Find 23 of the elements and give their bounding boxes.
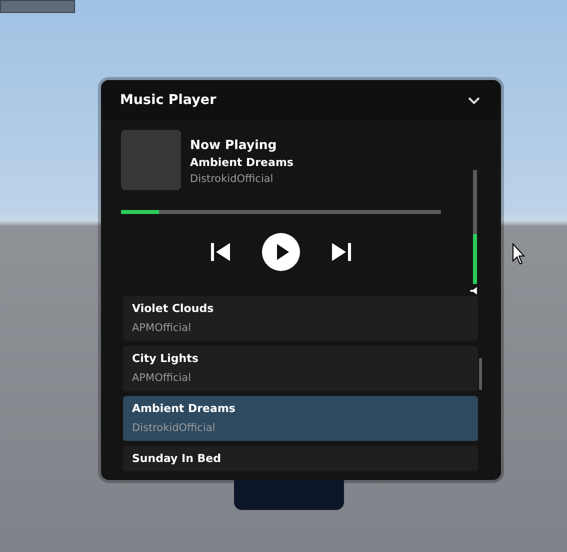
mouse-cursor-icon: [512, 243, 526, 265]
previous-button[interactable]: [210, 242, 232, 262]
playlist-item[interactable]: Violet Clouds APMOfficial: [123, 296, 478, 341]
song-artist: APMOfficial: [132, 372, 192, 385]
track-title: Ambient Dreams: [190, 156, 294, 169]
song-title: Sunday In Bed: [132, 452, 222, 465]
song-title: Violet Clouds: [132, 302, 215, 315]
progress-track[interactable]: [121, 210, 441, 214]
volume-slider[interactable]: [473, 170, 477, 284]
playlist-item[interactable]: Sunday In Bed: [123, 446, 478, 471]
play-button[interactable]: [262, 233, 300, 271]
song-title: Ambient Dreams: [132, 402, 236, 415]
album-art-placeholder: [121, 130, 181, 190]
track-artist: DistrokidOfficial: [190, 173, 274, 185]
next-button[interactable]: [330, 242, 352, 262]
window-title: Music Player: [120, 92, 216, 108]
scrollbar[interactable]: [479, 358, 482, 390]
playlist-item[interactable]: City Lights APMOfficial: [123, 346, 478, 391]
song-artist: DistrokidOfficial: [132, 422, 216, 435]
playlist-item[interactable]: Ambient Dreams DistrokidOfficial: [123, 396, 478, 441]
song-artist: APMOfficial: [132, 322, 192, 335]
song-title: City Lights: [132, 352, 200, 365]
now-playing-label: Now Playing: [190, 137, 278, 152]
